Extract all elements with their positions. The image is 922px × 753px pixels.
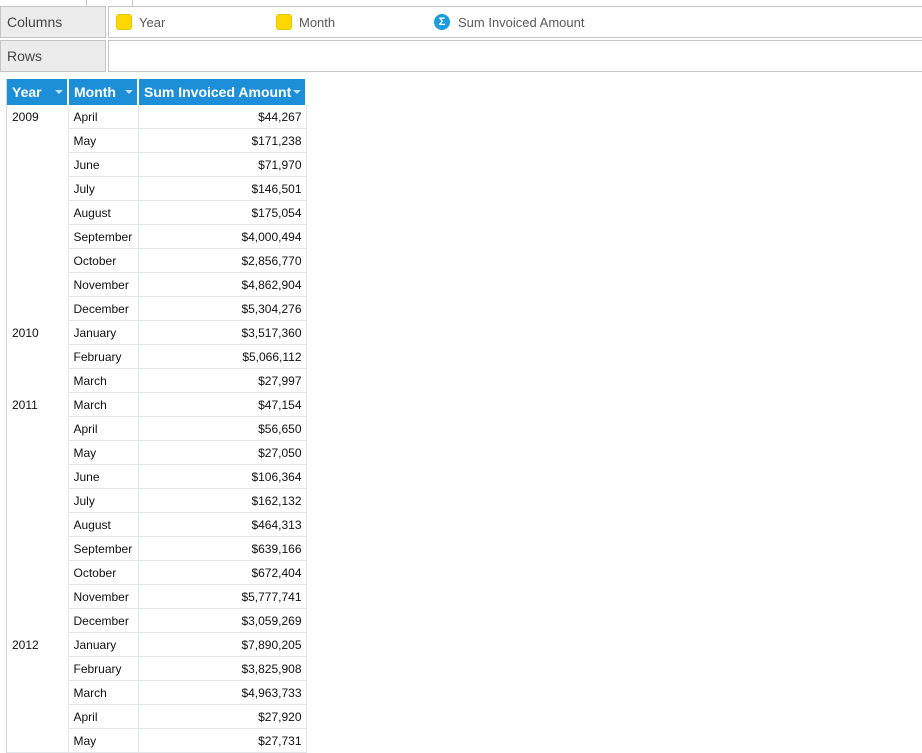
amount-cell: $175,054 [138,200,307,225]
pivot-table: Year Month Sum Invoiced Amount 2009 April… [6,79,307,753]
header-row: Year Month Sum Invoiced Amount [7,79,307,105]
amount-cell: $146,501 [138,176,307,201]
month-cell: December [68,608,139,633]
month-cell: July [68,176,139,201]
year-cell: 2011 [7,392,69,633]
chip-label: Month [299,14,336,30]
month-cell: January [68,632,139,657]
month-cell: February [68,344,139,369]
month-cell: March [68,392,139,417]
grid-body: 2009 April $44,267 May $171,238 June $71,970 Ju… [7,105,307,753]
header-sum-invoiced-amount[interactable]: Sum Invoiced Amount [138,79,307,105]
column-chip-month[interactable]: Month [276,12,335,32]
table-row: 2009 April $44,267 [7,105,307,321]
table-row: 2011 March $47,154 [7,392,307,633]
month-cell: April [68,416,139,441]
year-cell: 2009 [7,105,69,321]
columns-shelf: Columns Year Month Σ Sum Invoiced Amount [0,6,922,38]
header-label: Sum Invoiced Amount [144,84,292,100]
amount-cell: $56,650 [138,416,307,441]
header-year[interactable]: Year [7,79,69,105]
month-cell: September [68,224,139,249]
sort-caret-icon[interactable] [55,90,63,94]
month-cell: February [68,656,139,681]
rows-drop-zone[interactable] [108,40,922,72]
month-cell: April [68,105,139,129]
month-cell: June [68,152,139,177]
columns-shelf-label: Columns [0,6,106,38]
month-cell: June [68,464,139,489]
amount-cell: $27,050 [138,440,307,465]
month-cell: May [68,128,139,153]
amount-cell: $27,997 [138,368,307,393]
amount-cell: $171,238 [138,128,307,153]
amount-cell: $106,364 [138,464,307,489]
table-row: 2010 January $3,517,360 [7,320,307,393]
amount-cell: $2,856,770 [138,248,307,273]
amount-cell: $4,000,494 [138,224,307,249]
year-cell: 2012 [7,632,69,753]
header-label: Month [74,84,116,100]
amount-cell: $639,166 [138,536,307,561]
amount-cell: $464,313 [138,512,307,537]
sum-measure-icon: Σ [434,14,450,30]
column-chip-year[interactable]: Year [116,12,165,32]
month-cell: April [68,704,139,729]
month-cell: July [68,488,139,513]
year-cell: 2010 [7,320,69,393]
amount-cell: $3,059,269 [138,608,307,633]
month-cell: November [68,584,139,609]
amount-cell: $3,825,908 [138,656,307,681]
month-cell: May [68,440,139,465]
amount-cell: $27,920 [138,704,307,729]
amount-cell: $4,862,904 [138,272,307,297]
amount-cell: $162,132 [138,488,307,513]
amount-cell: $44,267 [138,105,307,129]
column-chip-sum-invoiced-amount[interactable]: Σ Sum Invoiced Amount [434,12,584,32]
month-cell: October [68,248,139,273]
amount-cell: $5,304,276 [138,296,307,321]
rows-shelf-label: Rows [0,40,106,72]
month-cell: October [68,560,139,585]
month-cell: December [68,296,139,321]
table-row: 2012 January $7,890,205 [7,632,307,753]
month-cell: August [68,200,139,225]
month-cell: January [68,320,139,345]
amount-cell: $4,963,733 [138,680,307,705]
sort-caret-icon[interactable] [125,90,133,94]
dimension-icon [276,14,292,30]
header-label: Year [12,84,42,100]
result-grid: Year Month Sum Invoiced Amount 2009 April… [7,79,307,753]
chip-label: Sum Invoiced Amount [458,14,585,30]
chip-label: Year [139,14,166,30]
amount-cell: $71,970 [138,152,307,177]
month-cell: August [68,512,139,537]
month-cell: March [68,368,139,393]
amount-cell: $3,517,360 [138,320,307,345]
sort-caret-icon[interactable] [293,90,301,94]
amount-cell: $7,890,205 [138,632,307,657]
dimension-icon [116,14,132,30]
amount-cell: $5,777,741 [138,584,307,609]
amount-cell: $5,066,112 [138,344,307,369]
month-cell: September [68,536,139,561]
amount-cell: $672,404 [138,560,307,585]
month-cell: November [68,272,139,297]
amount-cell: $47,154 [138,392,307,417]
header-month[interactable]: Month [68,79,139,105]
rows-shelf: Rows [0,40,922,72]
month-cell: March [68,680,139,705]
